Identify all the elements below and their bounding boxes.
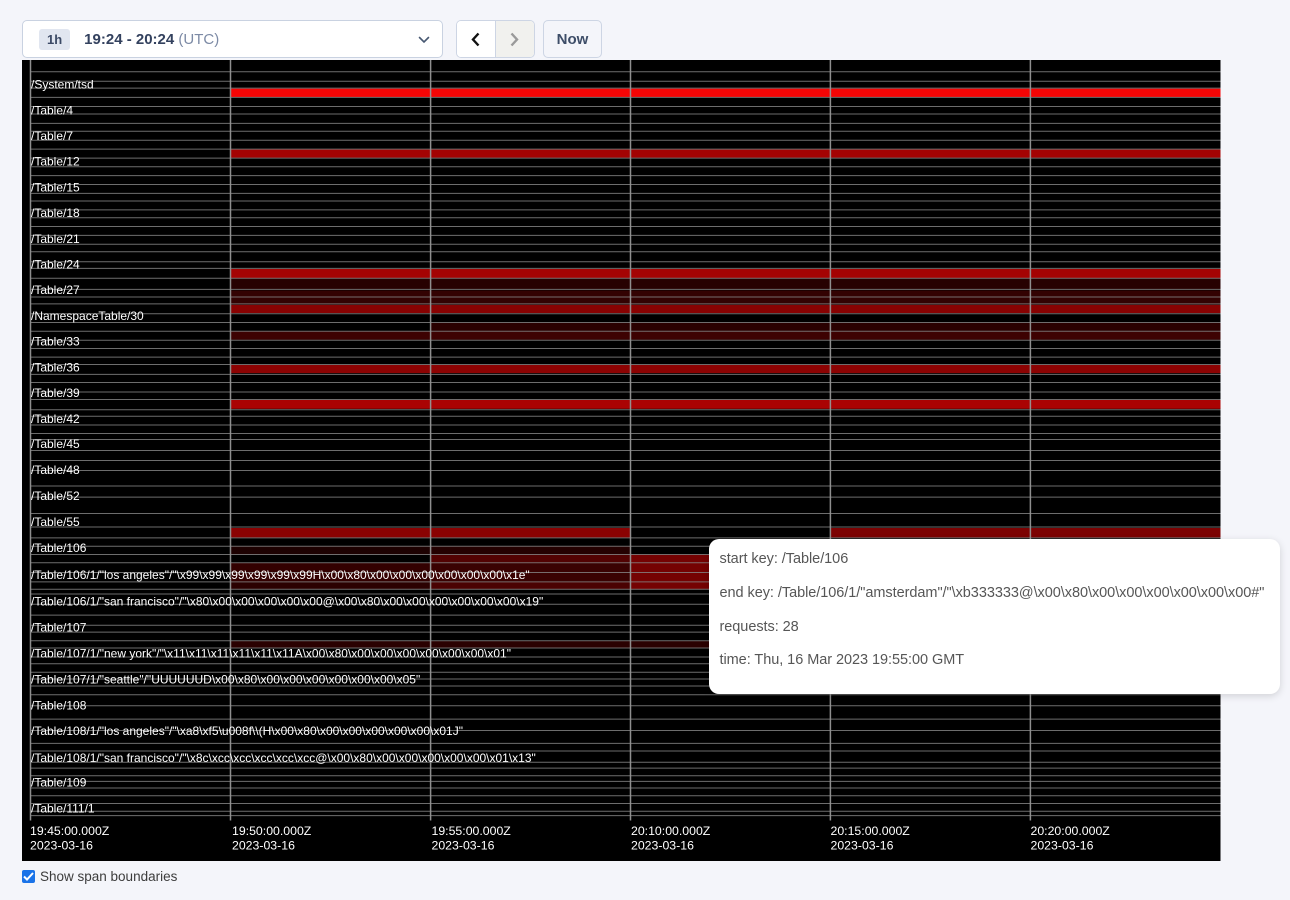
svg-text:/Table/106: /Table/106 (31, 540, 87, 554)
svg-text:/Table/106/1/"los angeles"/"\x: /Table/106/1/"los angeles"/"\x99\x99\x99… (31, 568, 530, 582)
svg-text:19:45:00.000Z: 19:45:00.000Z (30, 823, 110, 837)
svg-text:/Table/48: /Table/48 (31, 463, 80, 477)
svg-text:/Table/12: /Table/12 (31, 154, 80, 168)
svg-text:/Table/111/1: /Table/111/1 (31, 801, 95, 815)
svg-text:2023-03-16: 2023-03-16 (831, 838, 894, 852)
svg-text:/Table/107/1/"new york"/"\x11\: /Table/107/1/"new york"/"\x11\x11\x11\x1… (31, 646, 511, 660)
svg-text:/Table/15: /Table/15 (31, 180, 80, 194)
svg-text:2023-03-16: 2023-03-16 (232, 838, 295, 852)
svg-text:/Table/4: /Table/4 (31, 103, 73, 117)
svg-text:/Table/52: /Table/52 (31, 489, 80, 503)
svg-text:/Table/18: /Table/18 (31, 206, 80, 220)
svg-text:/Table/21: /Table/21 (31, 231, 80, 245)
svg-text:/Table/109: /Table/109 (31, 775, 87, 789)
svg-text:19:50:00.000Z: 19:50:00.000Z (232, 823, 312, 837)
svg-text:20:20:00.000Z: 20:20:00.000Z (1031, 823, 1111, 837)
svg-text:/Table/55: /Table/55 (31, 514, 80, 528)
svg-text:/Table/7: /Table/7 (31, 128, 73, 142)
svg-text:/Table/108: /Table/108 (31, 698, 87, 712)
svg-text:/NamespaceTable/30: /NamespaceTable/30 (31, 309, 144, 323)
svg-text:/Table/106/1/"san francisco"/": /Table/106/1/"san francisco"/"\x80\x00\x… (31, 594, 543, 608)
svg-text:/Table/39: /Table/39 (31, 385, 80, 399)
svg-text:19:55:00.000Z: 19:55:00.000Z (432, 823, 512, 837)
svg-text:2023-03-16: 2023-03-16 (631, 838, 694, 852)
svg-text:/Table/42: /Table/42 (31, 411, 80, 425)
svg-text:2023-03-16: 2023-03-16 (1031, 838, 1094, 852)
svg-text:/Table/33: /Table/33 (31, 334, 80, 348)
svg-text:2023-03-16: 2023-03-16 (432, 838, 495, 852)
svg-text:/Table/107/1/"seattle"/"UUUUUU: /Table/107/1/"seattle"/"UUUUUUD\x00\x80\… (31, 672, 420, 686)
svg-text:20:10:00.000Z: 20:10:00.000Z (631, 823, 711, 837)
svg-text:/Table/24: /Table/24 (31, 257, 80, 271)
svg-text:/System/tsd: /System/tsd (31, 77, 94, 91)
svg-text:/Table/45: /Table/45 (31, 437, 80, 451)
svg-text:/Table/107: /Table/107 (31, 620, 87, 634)
svg-text:20:15:00.000Z: 20:15:00.000Z (831, 823, 911, 837)
svg-text:2023-03-16: 2023-03-16 (30, 838, 93, 852)
svg-text:/Table/108/1/"san francisco"/": /Table/108/1/"san francisco"/"\x8c\xcc\x… (31, 751, 536, 765)
svg-text:/Table/27: /Table/27 (31, 283, 80, 297)
svg-text:/Table/36: /Table/36 (31, 360, 80, 374)
svg-text:/Table/108/1/"los angeles"/"\x: /Table/108/1/"los angeles"/"\xa8\xf5\u00… (31, 724, 463, 738)
